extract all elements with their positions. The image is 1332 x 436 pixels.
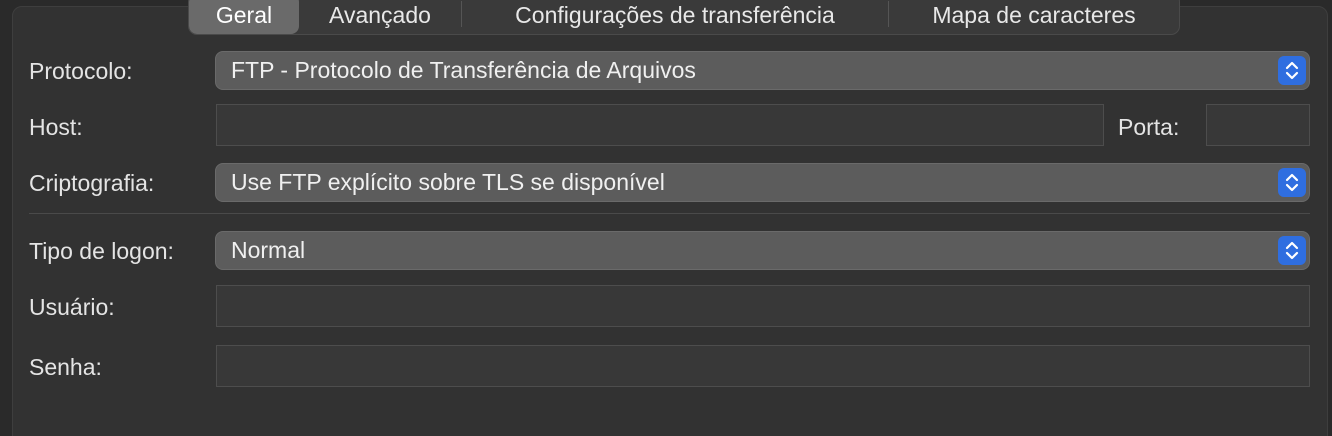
logon-type-select-value: Normal — [231, 237, 306, 263]
protocol-select[interactable]: FTP - Protocolo de Transferência de Arqu… — [215, 51, 1310, 90]
chevron-up-down-icon — [1278, 236, 1306, 265]
tab-mapa-caracteres[interactable]: Mapa de caracteres — [889, 0, 1179, 34]
tab-geral[interactable]: Geral — [189, 0, 299, 34]
encryption-label: Criptografia: — [29, 170, 155, 196]
password-input[interactable] — [216, 345, 1310, 387]
protocol-label: Protocolo: — [29, 58, 133, 84]
host-label: Host: — [29, 114, 83, 140]
chevron-up-down-icon — [1278, 168, 1306, 197]
user-input[interactable] — [216, 285, 1310, 327]
password-label: Senha: — [29, 354, 102, 380]
host-input[interactable] — [216, 104, 1104, 146]
logon-type-label: Tipo de logon: — [29, 238, 174, 264]
section-divider — [29, 213, 1310, 214]
logon-type-select[interactable]: Normal — [215, 231, 1310, 270]
encryption-select-value: Use FTP explícito sobre TLS se disponíve… — [231, 169, 665, 195]
tab-avancado[interactable]: Avançado — [299, 0, 461, 34]
tab-configuracoes-transferencia[interactable]: Configurações de transferência — [462, 0, 888, 34]
user-label: Usuário: — [29, 294, 115, 320]
site-settings-window: Geral Avançado Configurações de transfer… — [0, 0, 1332, 436]
protocol-select-value: FTP - Protocolo de Transferência de Arqu… — [231, 57, 696, 83]
tab-bar: Geral Avançado Configurações de transfer… — [188, 0, 1180, 35]
encryption-select[interactable]: Use FTP explícito sobre TLS se disponíve… — [215, 163, 1310, 202]
port-label: Porta: — [1118, 114, 1180, 140]
port-input[interactable] — [1206, 104, 1310, 146]
chevron-up-down-icon — [1278, 56, 1306, 85]
